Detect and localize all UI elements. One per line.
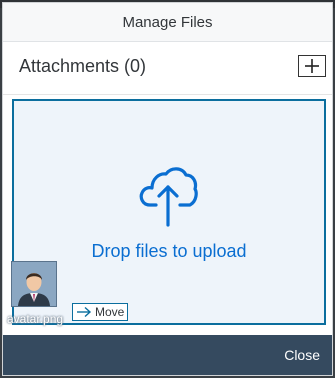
person-avatar-icon bbox=[12, 262, 56, 306]
arrow-right-icon bbox=[77, 306, 92, 318]
plus-icon bbox=[305, 59, 319, 73]
dialog-title: Manage Files bbox=[122, 13, 213, 31]
manage-files-dialog: Manage Files Attachments (0) Drop files … bbox=[3, 3, 332, 375]
drop-zone[interactable]: Drop files to upload bbox=[12, 99, 326, 325]
attachments-toolbar: Attachments (0) bbox=[3, 42, 332, 95]
file-thumbnail[interactable] bbox=[11, 261, 57, 307]
drop-files-label: Drop files to upload bbox=[91, 241, 247, 261]
attachments-title: Attachments (0) bbox=[19, 56, 147, 76]
cloud-upload-icon bbox=[139, 167, 198, 227]
move-label: Move bbox=[95, 305, 125, 319]
move-button[interactable]: Move bbox=[72, 303, 128, 321]
dialog-header: Manage Files bbox=[3, 3, 332, 42]
close-button[interactable]: Close bbox=[284, 347, 320, 363]
add-file-button[interactable] bbox=[298, 55, 326, 77]
file-name: avatar.png bbox=[7, 312, 64, 326]
dialog-footer: Close bbox=[3, 335, 332, 375]
